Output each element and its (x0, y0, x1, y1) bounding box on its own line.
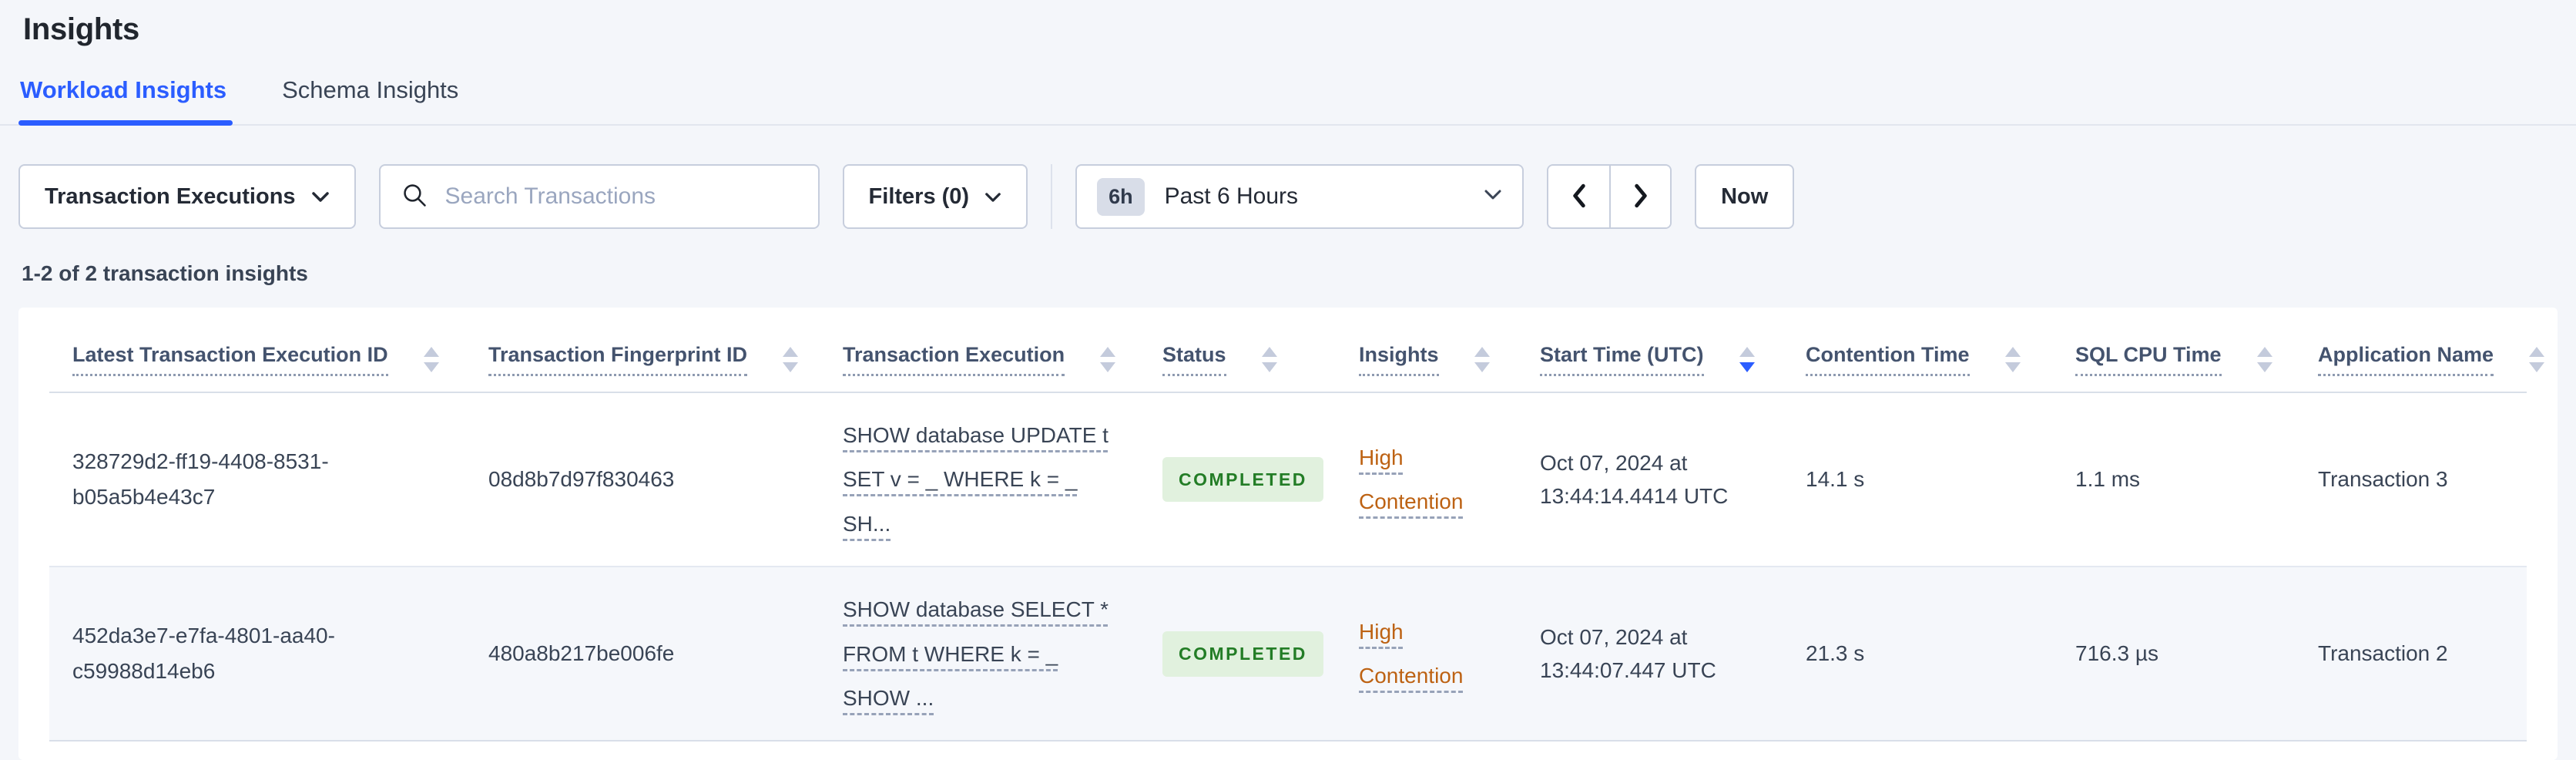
column-header-start-time[interactable]: Start Time (UTC) (1517, 308, 1783, 393)
column-header-label: Insights (1359, 343, 1439, 376)
next-time-range-button[interactable] (1609, 166, 1671, 227)
now-label: Now (1721, 183, 1769, 209)
workload-type-label: Transaction Executions (45, 183, 296, 209)
workload-type-dropdown[interactable]: Transaction Executions (18, 164, 356, 229)
column-header-latest-transaction-execution-id[interactable]: Latest Transaction Execution ID (49, 308, 465, 393)
table-row: 328729d2-ff19-4408-8531-b05a5b4e43c7 08d… (49, 392, 2527, 567)
contention-time-cell: 21.3 s (1783, 566, 2052, 742)
time-step-buttons (1547, 164, 1672, 229)
sort-icon (2004, 347, 2021, 372)
sort-icon (2529, 347, 2545, 372)
column-header-label: Start Time (UTC) (1540, 343, 1704, 376)
execution-id-cell: 328729d2-ff19-4408-8531-b05a5b4e43c7 (72, 449, 329, 509)
sql-cpu-time-cell: 716.3 µs (2052, 566, 2295, 742)
page-title: Insights (23, 12, 139, 46)
column-header-transaction-fingerprint-id[interactable]: Transaction Fingerprint ID (465, 308, 820, 393)
now-button[interactable]: Now (1695, 164, 1795, 229)
insights-page: Insights Workload Insights Schema Insigh… (0, 12, 2576, 760)
filters-button[interactable]: Filters (0) (842, 164, 1028, 229)
time-range-picker[interactable]: 6h Past 6 Hours (1075, 164, 1524, 229)
chevron-down-icon (984, 184, 1001, 210)
status-badge: COMPLETED (1162, 456, 1323, 503)
fingerprint-id-cell: 08d8b7d97f830463 (488, 466, 675, 491)
start-time-cell: Oct 07, 2024 at 13:44:14.4414 UTC (1540, 450, 1729, 509)
sort-icon (1261, 347, 1277, 372)
column-header-application-name[interactable]: Application Name (2295, 308, 2545, 393)
time-range-label: Past 6 Hours (1164, 183, 1299, 209)
chevron-down-icon (311, 184, 330, 210)
column-header-label: Application Name (2318, 343, 2494, 376)
column-header-label: Transaction Fingerprint ID (488, 343, 748, 376)
column-header-sql-cpu-time[interactable]: SQL CPU Time (2052, 308, 2295, 393)
fingerprint-id-cell: 480a8b217be006fe (465, 566, 820, 742)
search-box (378, 164, 820, 229)
toolbar-divider (1051, 164, 1053, 229)
transaction-execution-link[interactable]: SHOW database SELECT * FROM t WHERE k = … (843, 597, 1109, 710)
column-header-transaction-execution[interactable]: Transaction Execution (820, 308, 1139, 393)
insights-tab-bar: Workload Insights Schema Insights (0, 76, 2576, 126)
search-icon (401, 181, 428, 213)
results-count: 1-2 of 2 transaction insights (22, 261, 308, 285)
toolbar: Transaction Executions Filters (0) 6h Pa… (18, 164, 2576, 229)
column-header-label: Latest Transaction Execution ID (72, 343, 388, 376)
execution-id-cell: 452da3e7-e7fa-4801-aa40-c59988d14eb6 (49, 566, 465, 742)
column-header-contention-time[interactable]: Contention Time (1783, 308, 2052, 393)
status-badge: COMPLETED (1162, 631, 1323, 677)
sort-icon-active-desc (1739, 347, 1755, 372)
sql-cpu-time-cell: 1.1 ms (2075, 466, 2141, 491)
previous-time-range-button[interactable] (1548, 166, 1610, 227)
insights-table-card: Latest Transaction Execution ID Transact… (18, 308, 2558, 760)
sort-icon (2256, 347, 2272, 372)
insights-link[interactable]: High Contention (1359, 446, 1463, 513)
column-header-label: SQL CPU Time (2075, 343, 2222, 376)
table-row: 452da3e7-e7fa-4801-aa40-c59988d14eb6 480… (49, 566, 2527, 742)
chevron-down-icon (1484, 189, 1502, 205)
insights-link[interactable]: High Contention (1359, 620, 1463, 688)
column-header-status[interactable]: Status (1139, 308, 1336, 393)
contention-time-cell: 14.1 s (1806, 466, 1865, 491)
column-header-label: Contention Time (1806, 343, 1970, 376)
column-header-label: Status (1162, 343, 1226, 376)
sort-icon (783, 347, 799, 372)
chevron-left-icon (1571, 183, 1587, 210)
sort-icon (1100, 347, 1116, 372)
search-input[interactable] (443, 183, 798, 210)
table-header-row: Latest Transaction Execution ID Transact… (49, 308, 2545, 393)
column-header-insights[interactable]: Insights (1336, 308, 1517, 393)
filters-label: Filters (0) (868, 183, 970, 209)
chevron-right-icon (1633, 183, 1649, 210)
application-name-cell: Transaction 2 (2295, 566, 2527, 742)
sort-icon (423, 347, 439, 372)
tab-schema-insights[interactable]: Schema Insights (282, 76, 458, 124)
sort-icon (1474, 347, 1490, 372)
application-name-cell: Transaction 3 (2318, 466, 2448, 491)
tab-workload-insights[interactable]: Workload Insights (18, 76, 233, 126)
transaction-execution-link[interactable]: SHOW database UPDATE t SET v = _ WHERE k… (843, 423, 1109, 536)
start-time-cell: Oct 07, 2024 at 13:44:07.447 UTC (1540, 624, 1716, 683)
column-header-label: Transaction Execution (843, 343, 1065, 376)
time-range-badge: 6h (1097, 177, 1145, 216)
insights-table: Latest Transaction Execution ID Transact… (49, 308, 2545, 742)
